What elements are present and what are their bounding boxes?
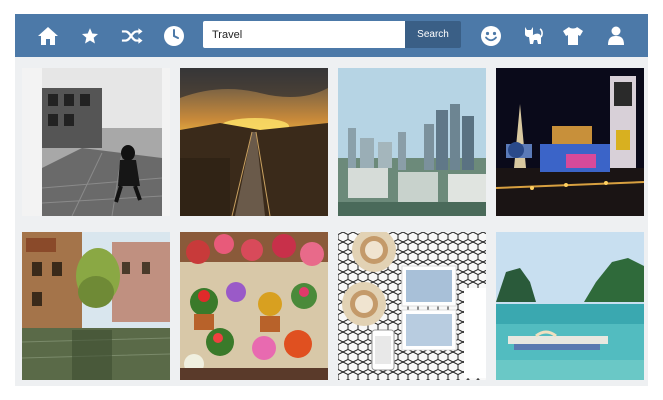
las-vegas-night-photo[interactable] <box>496 68 644 216</box>
city-skyline-photo[interactable] <box>338 68 486 216</box>
clock-icon[interactable] <box>155 14 193 57</box>
canal-town-photo[interactable] <box>22 232 170 380</box>
coffee-cups-photo[interactable] <box>338 232 486 380</box>
sunset-road-photo[interactable] <box>180 68 328 216</box>
shirt-icon[interactable] <box>554 14 592 57</box>
home-icon[interactable] <box>29 14 67 57</box>
person-icon[interactable] <box>597 14 635 57</box>
search-button[interactable]: Search <box>405 21 461 48</box>
smiley-icon[interactable] <box>472 14 510 57</box>
tropical-beach-photo[interactable] <box>496 232 644 380</box>
star-icon[interactable] <box>71 14 109 57</box>
top-navigation-bar: Search <box>15 14 648 57</box>
search-bar: Search <box>203 21 461 48</box>
cat-icon[interactable] <box>513 14 551 57</box>
shuffle-icon[interactable] <box>113 14 151 57</box>
search-input[interactable] <box>203 21 405 48</box>
bw-street-photo[interactable] <box>22 68 170 216</box>
flower-pots-photo[interactable] <box>180 232 328 380</box>
